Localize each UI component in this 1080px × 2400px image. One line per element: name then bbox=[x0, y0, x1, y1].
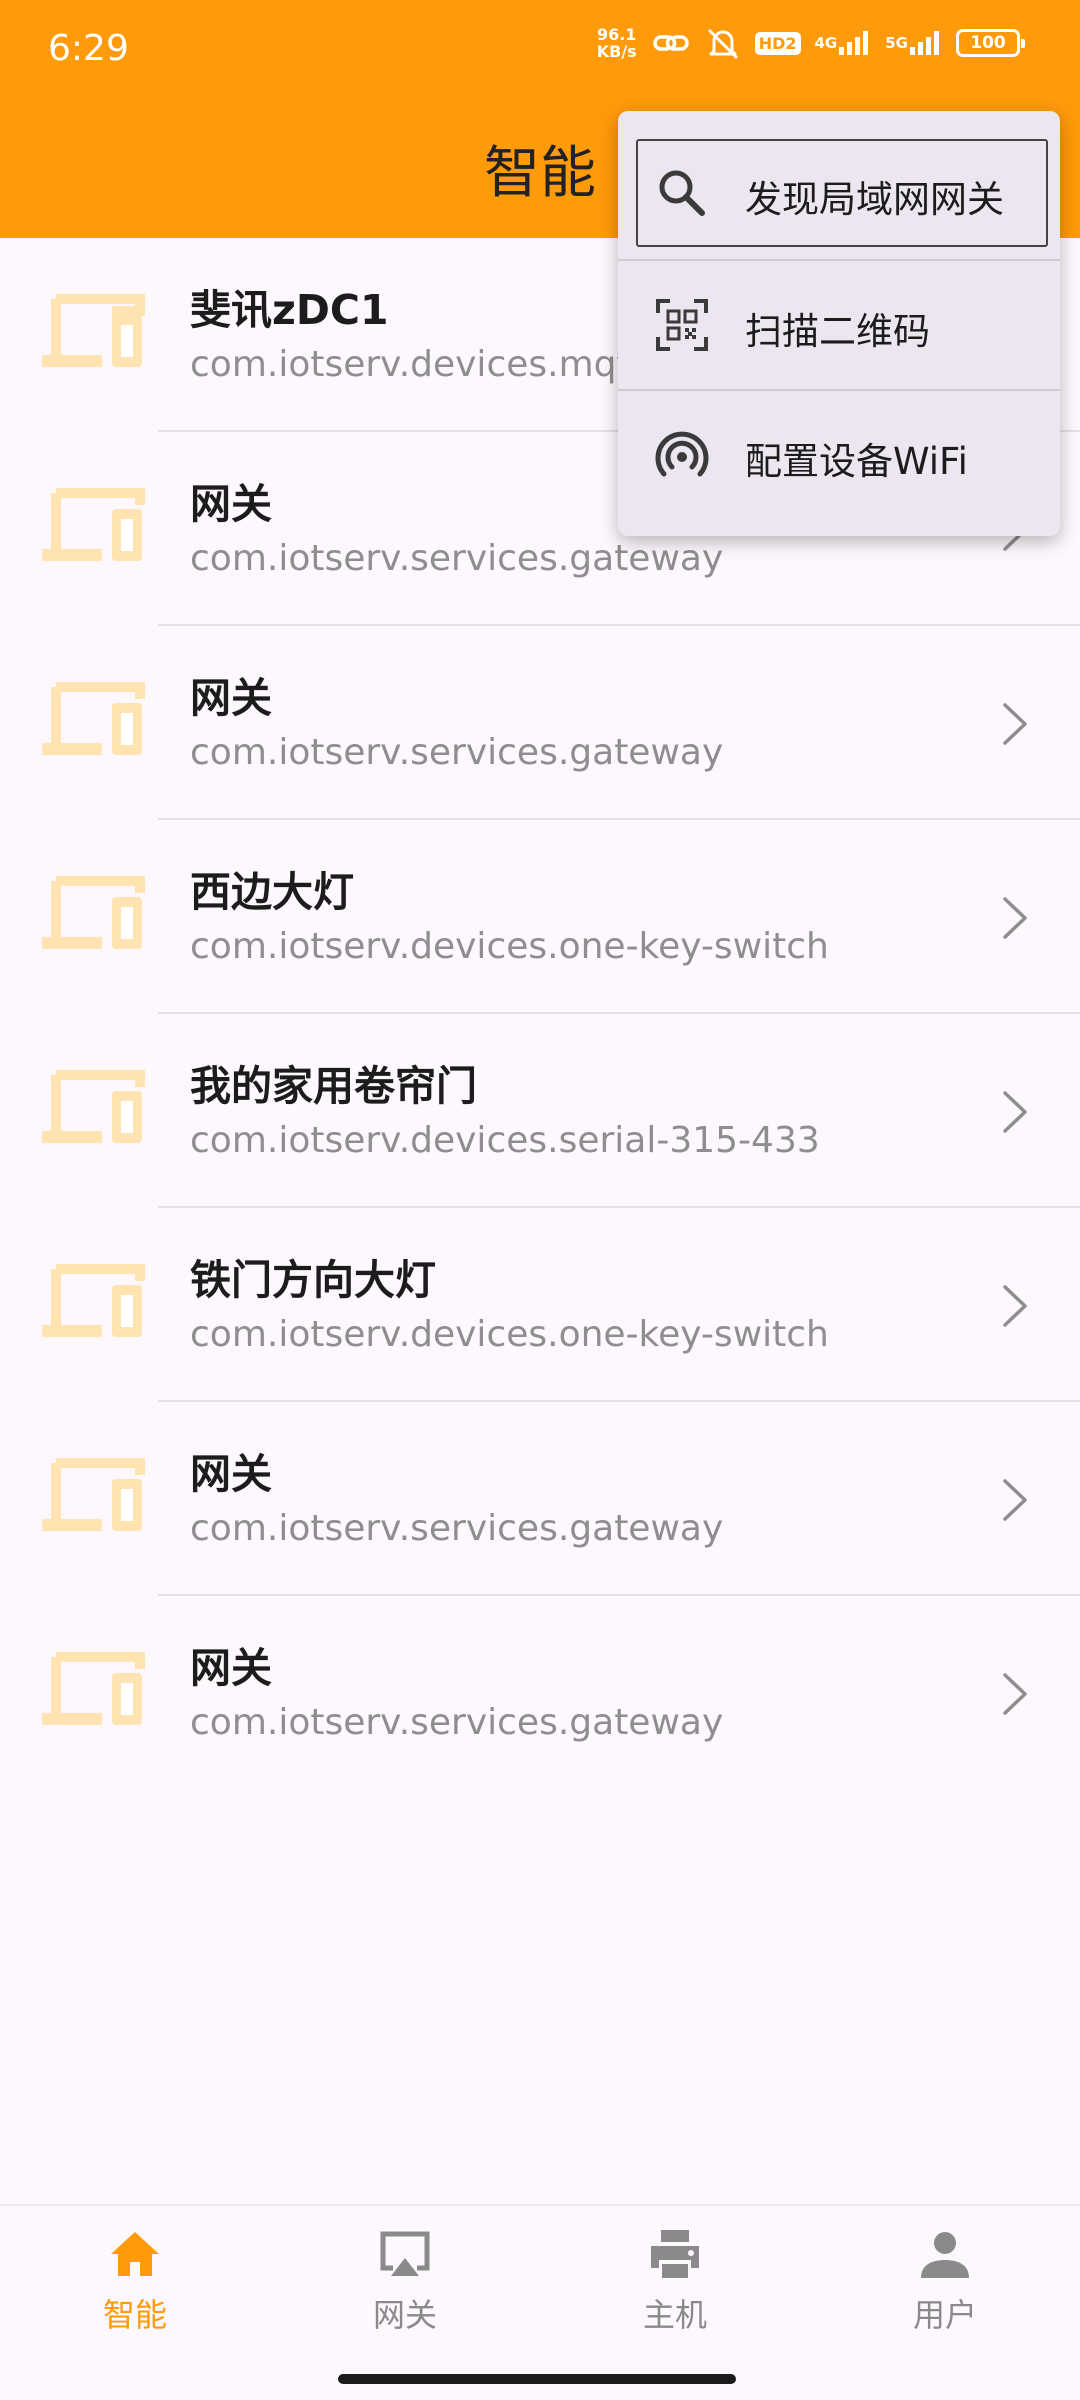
device-name: 网关 bbox=[190, 1450, 272, 1498]
network-5g-label: 5G bbox=[885, 34, 908, 52]
device-name: 网关 bbox=[190, 480, 272, 528]
status-icons: 96.1 KB/s HD2 4G 5G 100 bbox=[597, 26, 1025, 60]
home-indicator[interactable] bbox=[338, 2374, 736, 2384]
list-item[interactable]: 网关 com.iotserv.services.gateway bbox=[0, 626, 1080, 820]
device-id: com.iotserv.devices.one-key-switch bbox=[190, 1314, 829, 1355]
device-id: com.iotserv.devices.one-key-switch bbox=[190, 926, 829, 967]
network-4g-label: 4G bbox=[814, 34, 838, 52]
person-icon bbox=[921, 2232, 969, 2278]
nav-item-user[interactable]: 用户 bbox=[845, 2226, 1045, 2336]
list-item[interactable]: 网关 com.iotserv.services.gateway bbox=[0, 1596, 1080, 1790]
devices-icon bbox=[42, 1070, 145, 1143]
nav-label: 网关 bbox=[372, 2296, 437, 2334]
device-id: com.iotserv.services.gateway bbox=[190, 1702, 724, 1743]
device-name: 网关 bbox=[190, 674, 272, 722]
chevron-right-icon bbox=[1003, 703, 1027, 745]
devices-icon bbox=[42, 1652, 145, 1725]
chevron-right-icon bbox=[1003, 1091, 1027, 1133]
chevron-right-icon bbox=[1003, 1479, 1027, 1521]
menu-item-label: 发现局域网网关 bbox=[745, 178, 1004, 221]
device-name: 网关 bbox=[190, 1644, 272, 1692]
signal-5g-icon: 5G bbox=[885, 29, 942, 57]
overflow-menu: 发现局域网网关 扫描二维码 配置设备WiFi bbox=[618, 111, 1060, 536]
nav-item-host[interactable]: 主机 bbox=[575, 2226, 775, 2336]
devices-icon bbox=[42, 1264, 145, 1337]
network-speed-value: 96.1 bbox=[596, 25, 637, 44]
hd-badge: HD2 bbox=[754, 31, 801, 55]
search-icon bbox=[659, 170, 705, 216]
nav-label: 主机 bbox=[642, 2296, 707, 2334]
bell-muted-icon bbox=[705, 26, 741, 60]
devices-icon bbox=[42, 876, 145, 949]
device-name: 铁门方向大灯 bbox=[190, 1256, 436, 1304]
devices-icon bbox=[42, 488, 145, 561]
qr-scan-icon bbox=[656, 299, 708, 351]
printer-icon bbox=[651, 2230, 699, 2278]
menu-item-label: 扫描二维码 bbox=[745, 310, 930, 353]
battery-icon: 100 bbox=[956, 29, 1025, 57]
list-item[interactable]: 西边大灯 com.iotserv.devices.one-key-switch bbox=[0, 820, 1080, 1014]
nav-label: 用户 bbox=[912, 2296, 977, 2334]
status-time: 6:29 bbox=[48, 28, 129, 69]
nav-item-gateway[interactable]: 网关 bbox=[305, 2226, 505, 2336]
device-id: com.iotserv.devices.mqtt bbox=[190, 344, 645, 385]
home-icon bbox=[111, 2232, 159, 2276]
link-icon bbox=[651, 29, 691, 57]
chevron-right-icon bbox=[1003, 1285, 1027, 1327]
devices-icon bbox=[42, 1458, 145, 1531]
device-name: 斐讯zDC1 bbox=[190, 286, 389, 334]
chevron-right-icon bbox=[1003, 897, 1027, 939]
bottom-navigation: 智能 网关 主机 用户 bbox=[0, 2204, 1080, 2400]
status-bar: 6:29 96.1 KB/s HD2 4G 5G 100 bbox=[0, 0, 1080, 100]
menu-item-label: 配置设备WiFi bbox=[745, 440, 968, 483]
list-item[interactable]: 我的家用卷帘门 com.iotserv.devices.serial-315-4… bbox=[0, 1014, 1080, 1208]
nav-label: 智能 bbox=[102, 2296, 167, 2334]
chevron-right-icon bbox=[1003, 1673, 1027, 1715]
wifi-broadcast-icon bbox=[655, 431, 709, 477]
nav-item-smart[interactable]: 智能 bbox=[35, 2226, 235, 2336]
devices-icon bbox=[42, 294, 145, 367]
network-speed-unit: KB/s bbox=[596, 42, 637, 61]
airplay-icon bbox=[380, 2231, 430, 2276]
battery-level: 100 bbox=[970, 33, 1006, 53]
device-id: com.iotserv.services.gateway bbox=[190, 732, 724, 773]
device-name: 我的家用卷帘门 bbox=[190, 1062, 477, 1110]
menu-item-config-wifi[interactable]: 配置设备WiFi bbox=[618, 391, 1060, 519]
menu-item-discover-gateway[interactable]: 发现局域网网关 bbox=[618, 111, 1060, 259]
device-id: com.iotserv.services.gateway bbox=[190, 1508, 724, 1549]
device-id: com.iotserv.devices.serial-315-433 bbox=[190, 1120, 820, 1161]
device-id: com.iotserv.services.gateway bbox=[190, 538, 724, 579]
list-item[interactable]: 铁门方向大灯 com.iotserv.devices.one-key-switc… bbox=[0, 1208, 1080, 1402]
device-name: 西边大灯 bbox=[190, 868, 354, 916]
list-item[interactable]: 网关 com.iotserv.services.gateway bbox=[0, 1402, 1080, 1596]
devices-icon bbox=[42, 682, 145, 755]
signal-4g-icon: 4G bbox=[815, 29, 872, 57]
network-speed: 96.1 KB/s bbox=[597, 26, 637, 60]
menu-item-scan-qr[interactable]: 扫描二维码 bbox=[618, 261, 1060, 389]
